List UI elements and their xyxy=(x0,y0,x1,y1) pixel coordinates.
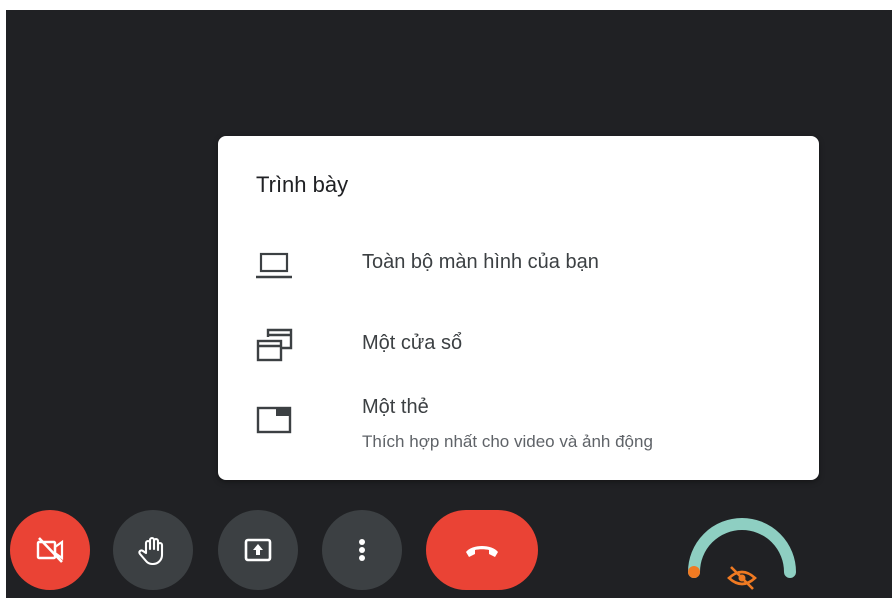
present-entire-screen-label: Toàn bộ màn hình của bạn xyxy=(362,251,599,273)
leave-call-button[interactable] xyxy=(426,510,538,590)
camera-off-button[interactable] xyxy=(10,510,90,590)
present-tab-label: Một thẻ xyxy=(362,396,429,418)
more-vertical-icon xyxy=(359,539,365,561)
present-tab-hint: Thích hợp nhất cho video và ảnh động xyxy=(362,432,653,451)
present-now-button[interactable] xyxy=(218,510,298,590)
present-menu: Trình bày Toàn bộ màn hình của bạn Một c… xyxy=(218,136,819,480)
laptop-icon xyxy=(256,252,292,279)
more-options-button[interactable] xyxy=(322,510,402,590)
meeting-stage: Trình bày Toàn bộ màn hình của bạn Một c… xyxy=(6,10,892,598)
present-entire-screen-option[interactable]: Toàn bộ màn hình của bạn xyxy=(218,234,819,298)
present-window-label: Một cửa sổ xyxy=(362,332,463,354)
raise-hand-button[interactable] xyxy=(113,510,193,590)
audio-level-indicator xyxy=(688,518,796,590)
present-menu-title: Trình bày xyxy=(256,172,349,197)
call-end-icon xyxy=(466,546,498,557)
hand-icon xyxy=(138,536,164,566)
present-tab-option[interactable]: Một thẻ Thích hợp nhất cho video và ảnh … xyxy=(218,388,819,472)
videocam-off-icon xyxy=(36,537,64,563)
tab-icon xyxy=(256,406,292,434)
present-screen-icon xyxy=(244,538,272,562)
visibility-off-icon xyxy=(727,566,757,590)
present-window-option[interactable]: Một cửa sổ xyxy=(218,314,819,378)
window-icon xyxy=(256,328,293,362)
